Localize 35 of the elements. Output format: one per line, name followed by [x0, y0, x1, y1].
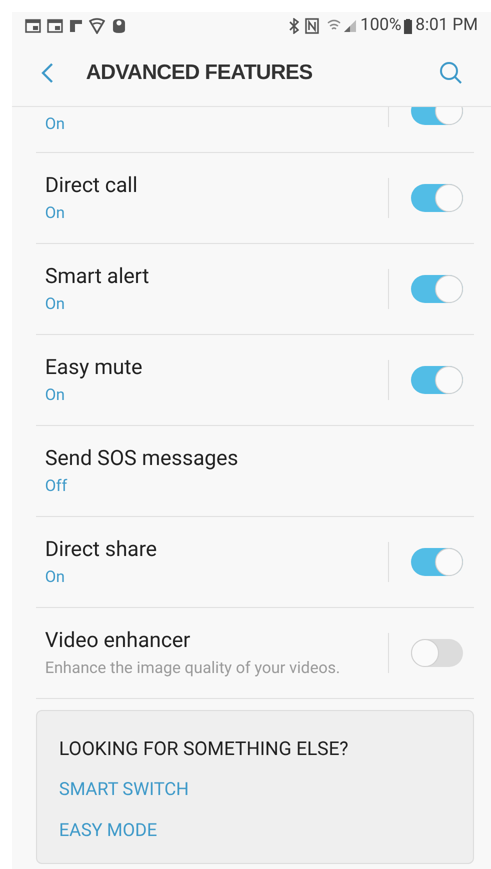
- setting-status: On: [45, 113, 66, 135]
- suggestion-link[interactable]: SMART SWITCH: [59, 778, 189, 802]
- nfc-icon: [305, 18, 320, 34]
- shield-wifi-icon: [89, 18, 105, 34]
- setting-title: Smart alert: [45, 264, 150, 291]
- suggestions-heading: LOOKING FOR SOMETHING ELSE?: [59, 737, 350, 761]
- toggle-switch[interactable]: [411, 184, 463, 212]
- setting-title: Direct share: [45, 537, 158, 564]
- calendar-icon: [25, 19, 41, 33]
- clock-time: 8:01 PM: [415, 14, 478, 38]
- battery-percentage: 100%: [360, 14, 402, 38]
- setting-title: Send SOS messages: [45, 446, 240, 473]
- search-icon[interactable]: [439, 61, 463, 85]
- setting-title: Direct call: [45, 173, 139, 200]
- suggestion-link[interactable]: EASY MODE: [59, 819, 158, 843]
- bluetooth-icon: [289, 18, 300, 34]
- calendar-icon: [47, 19, 63, 33]
- toggle-switch[interactable]: [411, 548, 463, 576]
- setting-title: Easy mute: [45, 355, 144, 382]
- setting-status: On: [45, 293, 66, 315]
- signal-icon: [343, 19, 358, 33]
- setting-status: On: [45, 202, 66, 224]
- setting-status: On: [45, 384, 66, 406]
- setting-description: Enhance the image quality of your videos.: [45, 657, 342, 679]
- setting-status: On: [45, 566, 66, 588]
- toggle-switch[interactable]: [411, 366, 463, 394]
- app-icon: [111, 18, 127, 34]
- page-title: ADVANCED FEATURES: [86, 60, 314, 86]
- battery-icon: [404, 18, 412, 34]
- toggle-switch[interactable]: [411, 639, 463, 667]
- back-icon[interactable]: [40, 62, 54, 84]
- setting-title: Video enhancer: [45, 628, 192, 655]
- flag-icon: [69, 19, 83, 33]
- toggle-switch[interactable]: [411, 275, 463, 303]
- setting-status: Off: [45, 475, 68, 497]
